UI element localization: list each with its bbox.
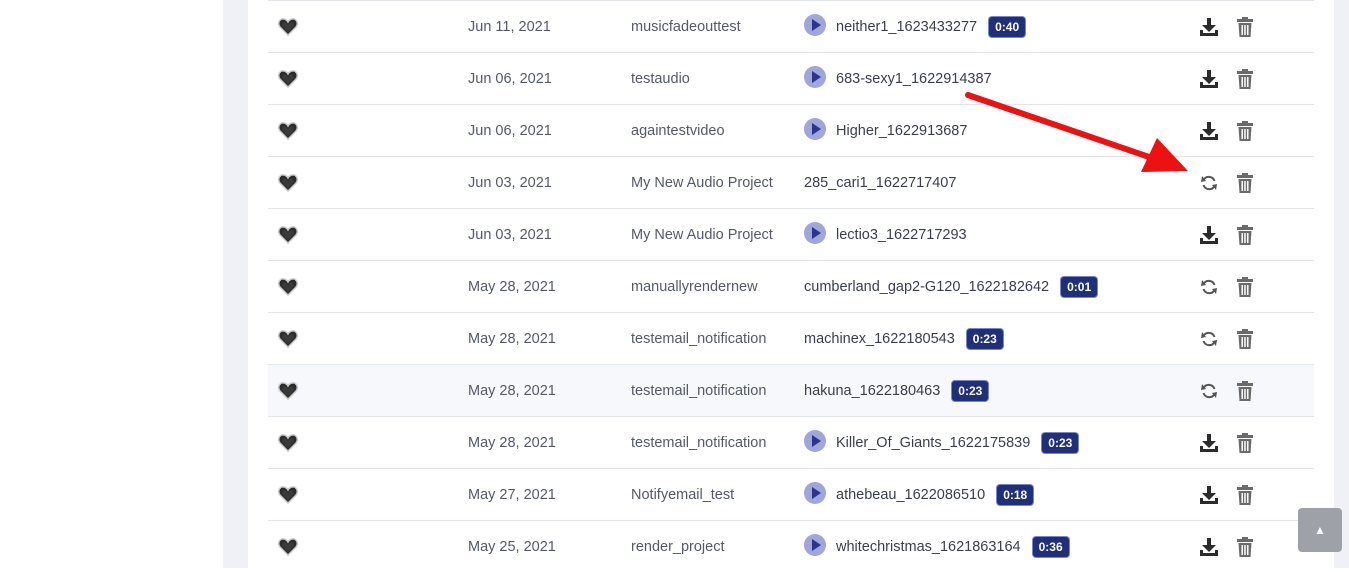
file-name: 285_cari1_1622717407 — [804, 174, 957, 191]
play-icon[interactable] — [804, 481, 826, 504]
duration-badge: 0:18 — [997, 484, 1034, 505]
heart-icon[interactable] — [278, 537, 298, 556]
trash-icon[interactable] — [1234, 432, 1256, 454]
duration-badge: 0:23 — [966, 328, 1003, 349]
duration-badge: 0:40 — [989, 16, 1026, 37]
project-name: testemail_notification — [631, 434, 767, 451]
render-date: May 25, 2021 — [468, 538, 556, 555]
heart-icon[interactable] — [278, 69, 298, 88]
trash-icon[interactable] — [1234, 484, 1256, 506]
table-row: Jun 11, 2021 musicfadeouttest neither1_162… — [268, 0, 1314, 52]
render-date: May 28, 2021 — [468, 330, 556, 347]
download-icon[interactable] — [1198, 432, 1220, 454]
render-date: Jun 03, 2021 — [468, 174, 552, 191]
play-icon[interactable] — [804, 429, 826, 452]
render-date: Jun 06, 2021 — [468, 70, 552, 87]
render-date: Jun 03, 2021 — [468, 226, 552, 243]
file-name: cumberland_gap2-G120_1622182642 — [804, 278, 1050, 295]
trash-icon[interactable] — [1234, 16, 1256, 38]
table-row: Jun 03, 2021 My New Audio Project lectio3_… — [268, 208, 1314, 260]
download-icon[interactable] — [1198, 224, 1220, 246]
trash-icon[interactable] — [1234, 536, 1256, 558]
table-row: May 27, 2021 Notifyemail_test athebeau_162… — [268, 468, 1314, 520]
download-icon[interactable] — [1198, 484, 1220, 506]
refresh-icon[interactable] — [1200, 330, 1218, 348]
project-name: manuallyrendernew — [631, 278, 758, 295]
project-name: againtestvideo — [631, 122, 725, 139]
renders-table: Jun 11, 2021 musicfadeouttest neither1_162… — [268, 0, 1314, 572]
heart-icon[interactable] — [278, 277, 298, 296]
trash-icon[interactable] — [1234, 276, 1256, 298]
project-name: testemail_notification — [631, 382, 767, 399]
trash-icon[interactable] — [1234, 172, 1256, 194]
render-date: Jun 06, 2021 — [468, 122, 552, 139]
trash-icon[interactable] — [1234, 328, 1256, 350]
render-date: May 27, 2021 — [468, 486, 556, 503]
duration-badge: 0:23 — [1042, 432, 1079, 453]
file-name: Killer_Of_Giants_1622175839 — [836, 434, 1031, 451]
project-name: testemail_notification — [631, 330, 767, 347]
download-icon[interactable] — [1198, 120, 1220, 142]
file-name: whitechristmas_1621863164 — [836, 538, 1021, 555]
play-icon[interactable] — [804, 117, 826, 140]
file-name: lectio3_1622717293 — [836, 226, 967, 243]
chevron-up-icon: ▲ — [1314, 523, 1326, 537]
table-row: May 28, 2021 testemail_notification machin… — [268, 312, 1314, 364]
trash-icon[interactable] — [1234, 120, 1256, 142]
render-date: May 28, 2021 — [468, 278, 556, 295]
play-icon[interactable] — [804, 533, 826, 556]
project-name: My New Audio Project — [631, 174, 773, 191]
render-date: May 28, 2021 — [468, 382, 556, 399]
trash-icon[interactable] — [1234, 380, 1256, 402]
scroll-to-top-button[interactable]: ▲ — [1298, 508, 1342, 552]
heart-icon[interactable] — [278, 225, 298, 244]
refresh-icon[interactable] — [1200, 382, 1218, 400]
table-row: Jun 03, 2021 My New Audio Project 285_cari… — [268, 156, 1314, 208]
project-name: testaudio — [631, 70, 690, 87]
table-row: May 25, 2021 render_project whitechristmas… — [268, 520, 1314, 572]
file-name: hakuna_1622180463 — [804, 382, 941, 399]
duration-badge: 0:23 — [952, 380, 989, 401]
table-row: May 28, 2021 testemail_notification Killer… — [268, 416, 1314, 468]
file-name: 683-sexy1_1622914387 — [836, 70, 992, 87]
download-icon[interactable] — [1198, 68, 1220, 90]
trash-icon[interactable] — [1234, 224, 1256, 246]
trash-icon[interactable] — [1234, 68, 1256, 90]
heart-icon[interactable] — [278, 381, 298, 400]
duration-badge: 0:36 — [1032, 536, 1069, 557]
file-name: athebeau_1622086510 — [836, 486, 986, 503]
table-row: Jun 06, 2021 testaudio 683-sexy1_162291438… — [268, 52, 1314, 104]
render-date: Jun 11, 2021 — [468, 18, 551, 35]
heart-icon[interactable] — [278, 329, 298, 348]
project-name: render_project — [631, 538, 725, 555]
play-icon[interactable] — [804, 13, 826, 36]
heart-icon[interactable] — [278, 17, 298, 36]
heart-icon[interactable] — [278, 433, 298, 452]
heart-icon[interactable] — [278, 173, 298, 192]
render-date: May 28, 2021 — [468, 434, 556, 451]
table-row: May 28, 2021 testemail_notification hakuna… — [268, 364, 1314, 416]
download-icon[interactable] — [1198, 16, 1220, 38]
project-name: musicfadeouttest — [631, 18, 741, 35]
play-icon[interactable] — [804, 221, 826, 244]
download-icon[interactable] — [1198, 536, 1220, 558]
heart-icon[interactable] — [278, 485, 298, 504]
play-icon[interactable] — [804, 65, 826, 88]
table-row: May 28, 2021 manuallyrendernew cumberland_… — [268, 260, 1314, 312]
table-row: Jun 06, 2021 againtestvideo Higher_1622913… — [268, 104, 1314, 156]
duration-badge: 0:01 — [1061, 276, 1098, 297]
file-name: neither1_1623433277 — [836, 18, 978, 35]
file-name: machinex_1622180543 — [804, 330, 955, 347]
heart-icon[interactable] — [278, 121, 298, 140]
refresh-icon[interactable] — [1200, 278, 1218, 296]
file-name: Higher_1622913687 — [836, 122, 968, 139]
project-name: My New Audio Project — [631, 226, 773, 243]
project-name: Notifyemail_test — [631, 486, 735, 503]
refresh-icon[interactable] — [1200, 174, 1218, 192]
left-panel — [0, 0, 223, 568]
